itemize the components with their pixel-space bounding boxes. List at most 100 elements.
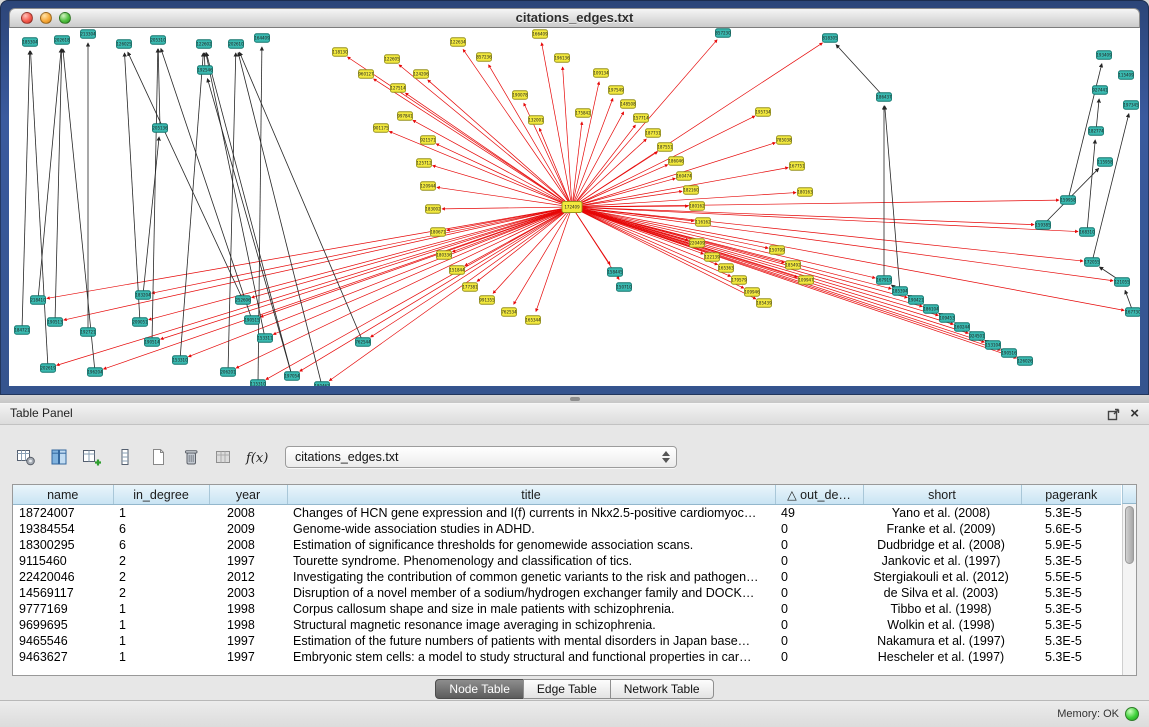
tab-node-table[interactable]: Node Table: [435, 679, 524, 699]
graph-node[interactable]: 196136: [554, 54, 570, 63]
graph-node[interactable]: 202619: [40, 364, 56, 373]
graph-node[interactable]: 190513: [47, 318, 63, 327]
graph-node[interactable]: 185492: [785, 261, 801, 270]
cell-year[interactable]: 1997: [209, 649, 287, 665]
divider-handle-icon[interactable]: [570, 397, 580, 401]
cell-title[interactable]: Disruption of a novel member of a sodium…: [287, 585, 775, 601]
cell-out_degree[interactable]: 0: [775, 601, 863, 617]
cell-year[interactable]: 1998: [209, 601, 287, 617]
table-row[interactable]: 1456911722003Disruption of a novel membe…: [13, 585, 1121, 601]
cell-pagerank[interactable]: 5.3E-5: [1021, 649, 1121, 665]
graph-node[interactable]: 187551: [657, 143, 673, 152]
column-header-short[interactable]: short: [863, 485, 1021, 505]
graph-node[interactable]: 177381: [462, 283, 478, 292]
graph-node[interactable]: 197549: [608, 86, 624, 95]
graph-node[interactable]: 206201: [220, 368, 236, 377]
network-view[interactable]: 1181309601271226051275141242069011759978…: [9, 28, 1140, 386]
cell-out_degree[interactable]: 0: [775, 521, 863, 537]
cell-title[interactable]: Changes of HCN gene expression and I(f) …: [287, 505, 775, 522]
graph-node[interactable]: 960127: [358, 70, 374, 79]
graph-node[interactable]: 150709: [769, 246, 785, 255]
graph-node[interactable]: 197054: [284, 372, 300, 381]
cell-year[interactable]: 2012: [209, 569, 287, 585]
graph-node[interactable]: 218410: [30, 296, 46, 305]
column-header-year[interactable]: year: [209, 485, 287, 505]
graph-node[interactable]: 220409: [689, 239, 705, 248]
function-builder-icon[interactable]: f(x): [245, 446, 269, 468]
graph-node[interactable]: 921571: [420, 136, 436, 145]
graph-node[interactable]: 109947: [798, 276, 814, 285]
delete-table-icon[interactable]: [179, 446, 203, 468]
cell-in_degree[interactable]: 2: [113, 553, 209, 569]
graph-node[interactable]: 153104: [985, 341, 1001, 350]
cell-title[interactable]: Investigating the contribution of common…: [287, 569, 775, 585]
graph-node[interactable]: 190078: [512, 91, 528, 100]
graph-node[interactable]: 927441: [1092, 86, 1108, 95]
cell-year[interactable]: 2008: [209, 505, 287, 522]
graph-node[interactable]: 148508: [620, 100, 636, 109]
graph-node[interactable]: 116162: [695, 218, 711, 227]
table-select-dropdown[interactable]: citations_edges.txt: [285, 446, 677, 468]
graph-node[interactable]: 205136: [152, 124, 168, 133]
graph-node[interactable]: 175842: [575, 109, 591, 118]
graph-node[interactable]: 252606: [235, 296, 251, 305]
cell-pagerank[interactable]: 5.3E-5: [1021, 585, 1121, 601]
cell-name[interactable]: 9699695: [13, 617, 113, 633]
graph-node[interactable]: 167919: [876, 276, 892, 285]
graph-node[interactable]: 122139: [704, 253, 720, 262]
graph-node[interactable]: 184721: [14, 326, 30, 335]
cell-title[interactable]: Corpus callosum shape and size in male p…: [287, 601, 775, 617]
graph-node[interactable]: 122634: [450, 38, 466, 47]
graph-node[interactable]: 857236: [476, 53, 492, 62]
graph-node[interactable]: 187731: [645, 129, 661, 138]
graph-node[interactable]: 120944: [420, 182, 436, 191]
graph-node[interactable]: 164409: [254, 34, 270, 43]
graph-node[interactable]: 185394: [892, 287, 908, 296]
graph-node[interactable]: 186437: [876, 93, 892, 102]
graph-node[interactable]: 180336: [436, 251, 452, 260]
cell-short[interactable]: Wolkin et al. (1998): [863, 617, 1021, 633]
graph-node[interactable]: 167751: [789, 162, 805, 171]
cell-year[interactable]: 2003: [209, 585, 287, 601]
graph-node[interactable]: 182774: [1088, 127, 1104, 136]
graph-node[interactable]: 192721: [80, 328, 96, 337]
graph-node[interactable]: 160244: [954, 323, 970, 332]
graph-node[interactable]: 150710: [616, 283, 632, 292]
minimize-button[interactable]: [40, 12, 52, 24]
cell-title[interactable]: Estimation of the future numbers of pati…: [287, 633, 775, 649]
graph-node[interactable]: 179579: [731, 276, 747, 285]
cell-name[interactable]: 18724007: [13, 505, 113, 522]
import-table-icon[interactable]: [212, 446, 236, 468]
cell-short[interactable]: Hescheler et al. (1997): [863, 649, 1021, 665]
graph-node[interactable]: 180462: [314, 382, 330, 386]
cell-short[interactable]: Yano et al. (2008): [863, 505, 1021, 522]
cell-short[interactable]: Dudbridge et al. (2008): [863, 537, 1021, 553]
cell-out_degree[interactable]: 0: [775, 633, 863, 649]
tab-edge-table[interactable]: Edge Table: [523, 679, 611, 699]
cell-out_degree[interactable]: 0: [775, 553, 863, 569]
close-button[interactable]: [21, 12, 33, 24]
cell-in_degree[interactable]: 1: [113, 617, 209, 633]
cell-pagerank[interactable]: 5.3E-5: [1021, 617, 1121, 633]
graph-node[interactable]: 159385: [1035, 221, 1051, 230]
graph-node[interactable]: 160474: [676, 172, 692, 181]
graph-node[interactable]: 190514: [144, 338, 160, 347]
cell-title[interactable]: Tourette syndrome. Phenomenology and cla…: [287, 553, 775, 569]
cell-in_degree[interactable]: 1: [113, 649, 209, 665]
graph-node[interactable]: 109134: [593, 69, 609, 78]
cell-in_degree[interactable]: 1: [113, 601, 209, 617]
window-titlebar[interactable]: citations_edges.txt: [9, 8, 1140, 28]
cell-out_degree[interactable]: 49: [775, 505, 863, 522]
close-panel-icon[interactable]: ×: [1130, 407, 1139, 421]
cell-in_degree[interactable]: 2: [113, 569, 209, 585]
graph-node[interactable]: 115310: [250, 380, 266, 386]
graph-node[interactable]: 126026: [1017, 357, 1033, 366]
graph-node[interactable]: 124206: [413, 70, 429, 79]
cell-name[interactable]: 9465546: [13, 633, 113, 649]
graph-node[interactable]: 121055: [1114, 278, 1130, 287]
cell-short[interactable]: Franke et al. (2009): [863, 521, 1021, 537]
table-row[interactable]: 2242004622012Investigating the contribut…: [13, 569, 1121, 585]
cell-title[interactable]: Genome-wide association studies in ADHD.: [287, 521, 775, 537]
table-row[interactable]: 946362711997Embryonic stem cells: a mode…: [13, 649, 1121, 665]
graph-node[interactable]: 180163: [797, 188, 813, 197]
